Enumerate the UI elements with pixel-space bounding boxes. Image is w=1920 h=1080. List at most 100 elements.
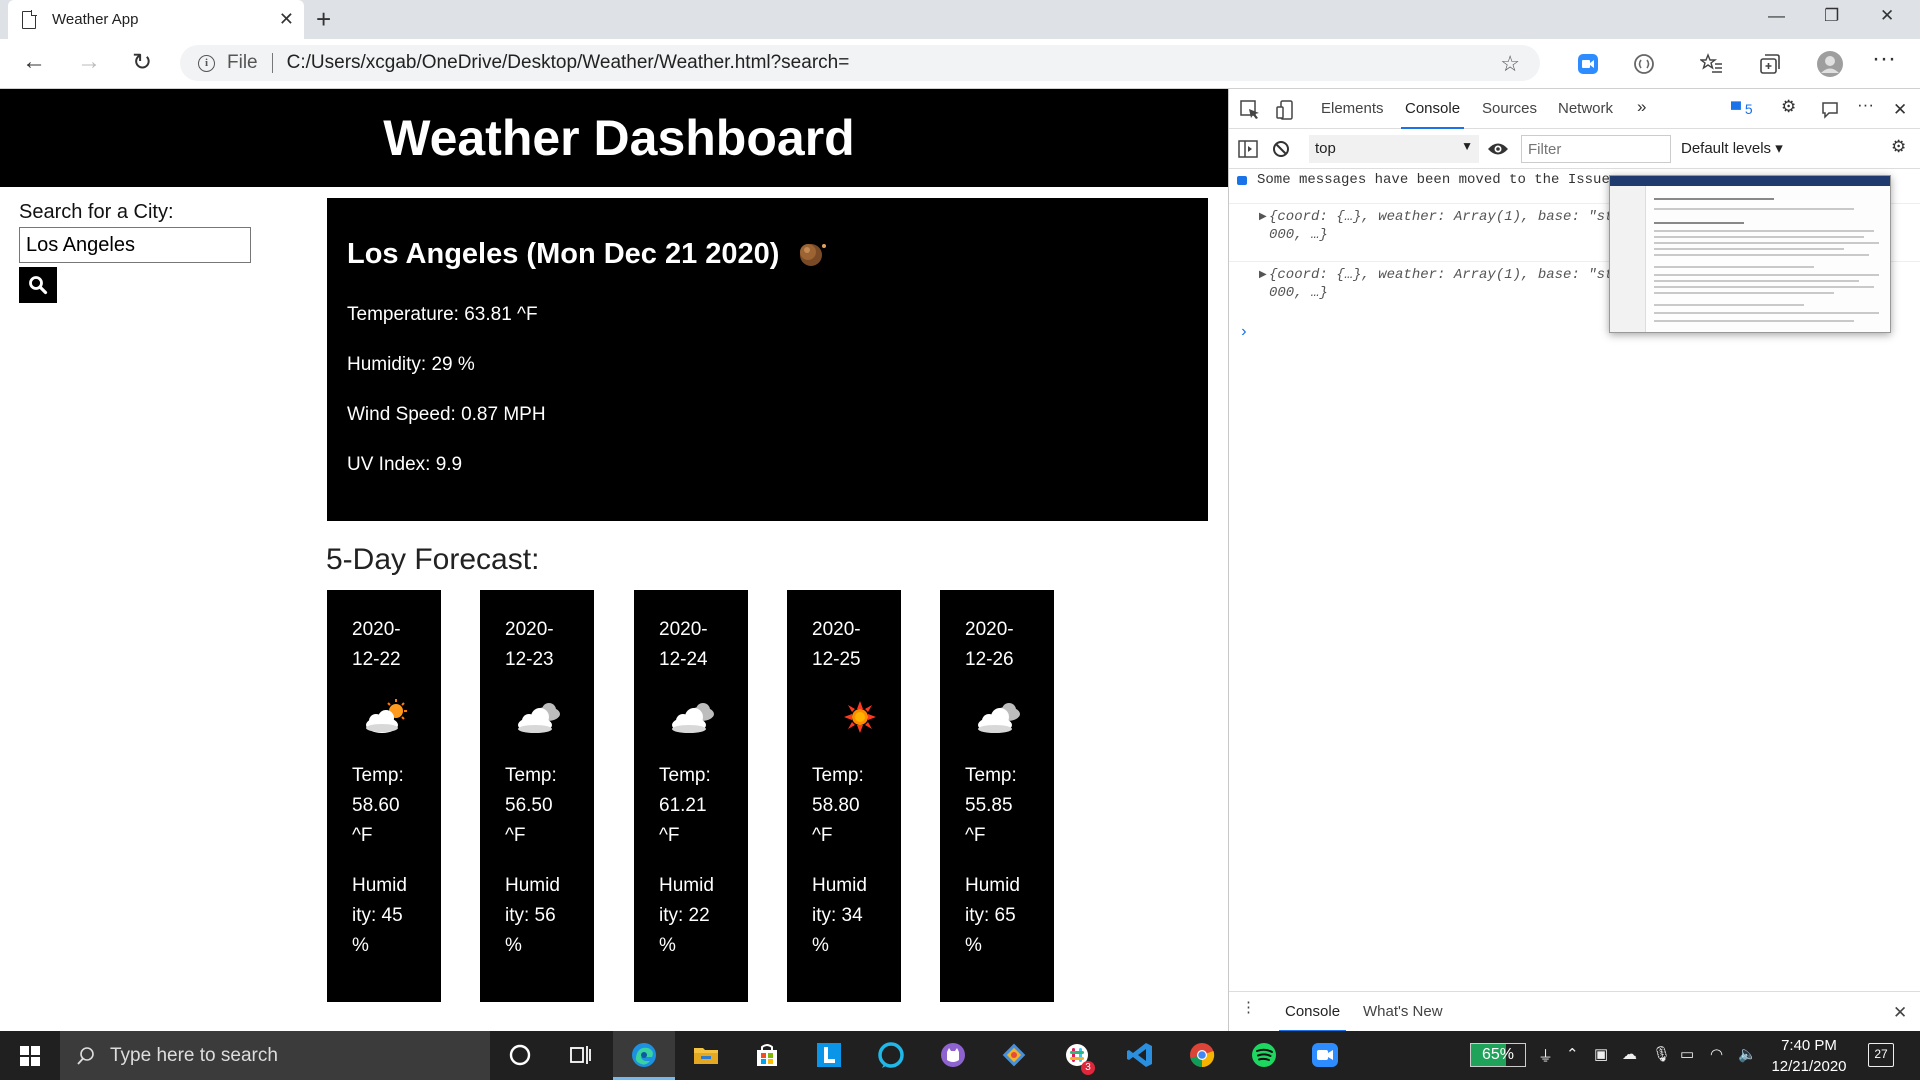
wifi-icon[interactable]: ◠ xyxy=(1710,1045,1723,1063)
system-clock[interactable]: 7:40 PM 12/21/2020 xyxy=(1764,1035,1854,1077)
devtools-settings-icon[interactable]: ⚙ xyxy=(1781,97,1796,117)
page-icon xyxy=(22,9,37,29)
search-button[interactable] xyxy=(19,267,57,303)
forecast-humidity: Humid ity: 45% xyxy=(352,875,407,956)
alexa-icon[interactable] xyxy=(876,1040,906,1070)
forecast-date: 2020- 12-23 xyxy=(505,619,554,670)
battery-icon[interactable]: ▭ xyxy=(1680,1045,1694,1063)
minimize-icon[interactable]: — xyxy=(1768,6,1785,26)
current-weather-card: Los Angeles (Mon Dec 21 2020) Temperatur… xyxy=(327,198,1208,521)
edge-browser-icon[interactable] xyxy=(629,1040,659,1070)
device-toolbar-icon[interactable] xyxy=(1275,99,1295,121)
url-text[interactable]: C:/Users/xcgab/OneDrive/Desktop/Weather/… xyxy=(287,52,850,74)
cortana-icon[interactable] xyxy=(505,1040,535,1070)
devtools-tab-sources[interactable]: Sources xyxy=(1482,100,1537,117)
power-plug-icon[interactable]: ⏚ xyxy=(1538,1045,1553,1066)
zoom-icon[interactable] xyxy=(1310,1040,1340,1070)
log-levels-dropdown[interactable]: Default levels ▾ xyxy=(1681,139,1783,157)
thumbnail-sidebar xyxy=(1610,186,1646,332)
expand-triangle-icon[interactable]: ▶ xyxy=(1259,267,1267,285)
notification-badge: 3 xyxy=(1081,1061,1095,1075)
vscode-icon[interactable] xyxy=(1125,1040,1155,1070)
thumbnail-line xyxy=(1654,222,1744,224)
collections-icon[interactable] xyxy=(1758,52,1782,76)
expand-triangle-icon[interactable]: ▶ xyxy=(1259,209,1267,227)
github-desktop-icon[interactable] xyxy=(938,1040,968,1070)
console-settings-icon[interactable]: ⚙ xyxy=(1891,137,1906,157)
taskbar-search-box[interactable]: Type here to search xyxy=(60,1031,490,1080)
info-icon[interactable]: i xyxy=(198,54,215,72)
page-header: Weather Dashboard xyxy=(0,89,1228,187)
tab-title: Weather App xyxy=(52,11,139,28)
restore-icon[interactable]: ❐ xyxy=(1824,6,1839,26)
chrome-icon[interactable] xyxy=(1187,1040,1217,1070)
close-tab-icon[interactable]: ✕ xyxy=(279,9,294,30)
console-prompt-icon[interactable]: › xyxy=(1239,323,1249,341)
profile-avatar-icon[interactable] xyxy=(1816,50,1844,78)
forecast-card: 2020- 12-26 Temp: 55.85 ^F Humid ity: 65% xyxy=(940,590,1054,1002)
forecast-date: 2020- 12-25 xyxy=(812,619,861,670)
forecast-temp: Temp: 61.21 ^F xyxy=(659,765,711,846)
back-icon[interactable]: ← xyxy=(22,48,46,76)
reload-icon[interactable]: ↻ xyxy=(132,48,152,77)
sourcetree-icon[interactable] xyxy=(999,1040,1029,1070)
windows-start-icon[interactable] xyxy=(20,1046,40,1066)
devtools-tab-elements[interactable]: Elements xyxy=(1321,100,1384,117)
onedrive-cloud-icon[interactable]: ☁ xyxy=(1622,1045,1637,1063)
forecast-humidity: Humid ity: 34% xyxy=(812,875,867,956)
favorites-icon[interactable] xyxy=(1700,52,1724,76)
microphone-icon[interactable]: 🎙 xyxy=(1652,1045,1671,1063)
address-toolbar: ← → ↻ i File C:/Users/xcgab/OneDrive/Des… xyxy=(0,39,1920,89)
drawer-tab-whats-new[interactable]: What's New xyxy=(1363,1003,1443,1020)
sidebar-toggle-icon[interactable] xyxy=(1237,139,1259,159)
drawer-tab-console[interactable]: Console xyxy=(1278,1003,1347,1032)
search-icon xyxy=(29,276,48,295)
context-selector[interactable]: top ▼ xyxy=(1309,135,1479,163)
zoom-extension-icon[interactable] xyxy=(1576,52,1600,76)
clear-console-icon[interactable] xyxy=(1271,139,1291,159)
feedback-icon[interactable] xyxy=(1819,99,1841,121)
extension-circle-icon[interactable] xyxy=(1632,52,1656,76)
city-search-input[interactable] xyxy=(19,227,251,263)
forecast-date: 2020- 12-22 xyxy=(352,619,401,670)
file-explorer-icon[interactable] xyxy=(691,1040,721,1070)
meet-now-icon[interactable]: ▣ xyxy=(1594,1045,1608,1063)
close-drawer-icon[interactable]: ✕ xyxy=(1893,1003,1907,1023)
show-hidden-icons-icon[interactable]: ⌃ xyxy=(1566,1045,1579,1063)
store-icon[interactable] xyxy=(752,1040,782,1070)
close-window-icon[interactable]: ✕ xyxy=(1880,6,1894,26)
linkedin-learning-icon[interactable] xyxy=(814,1040,844,1070)
forward-icon[interactable]: → xyxy=(77,48,101,76)
task-view-icon[interactable] xyxy=(565,1040,595,1070)
more-tabs-icon[interactable]: » xyxy=(1637,97,1646,117)
forecast-temp: Temp: 55.85 ^F xyxy=(965,765,1017,846)
console-filter-input[interactable] xyxy=(1521,135,1671,163)
address-bar[interactable]: i File C:/Users/xcgab/OneDrive/Desktop/W… xyxy=(180,45,1540,81)
battery-indicator[interactable]: 65% xyxy=(1470,1043,1526,1067)
forecast-humidity: Humid ity: 65% xyxy=(965,875,1020,956)
action-center-icon[interactable]: 27 xyxy=(1868,1043,1894,1067)
spotify-icon[interactable] xyxy=(1249,1040,1279,1070)
thumbnail-line xyxy=(1654,292,1834,294)
close-devtools-icon[interactable]: ✕ xyxy=(1893,100,1907,120)
live-expression-eye-icon[interactable] xyxy=(1487,141,1509,157)
devtools-more-icon[interactable]: ··· xyxy=(1857,95,1874,115)
thumbnail-header xyxy=(1610,176,1890,186)
devtools-tab-console[interactable]: Console xyxy=(1400,100,1465,129)
new-tab-icon[interactable]: + xyxy=(316,4,331,35)
forecast-temp: Temp: 58.80 ^F xyxy=(812,765,864,846)
volume-icon[interactable]: 🔈 xyxy=(1738,1045,1757,1063)
settings-more-icon[interactable]: ··· xyxy=(1872,45,1896,73)
forecast-card: 2020- 12-23 Temp: 56.50 ^F Humid ity: 56% xyxy=(480,590,594,1002)
devtools-tab-network[interactable]: Network xyxy=(1558,100,1613,117)
devtools-tabbar: Elements Console Sources Network » ▀ 5 ⚙… xyxy=(1229,89,1920,129)
drawer-more-icon[interactable]: ⋮ xyxy=(1241,998,1256,1016)
browser-tab[interactable]: Weather App ✕ xyxy=(8,0,304,39)
favorite-star-icon[interactable]: ☆ xyxy=(1500,51,1520,77)
browser-tab-strip: Weather App ✕ + — ❐ ✕ xyxy=(0,0,1920,39)
inspect-element-icon[interactable] xyxy=(1239,99,1261,121)
thumbnail-line xyxy=(1654,236,1864,238)
forecast-temp: Temp: 58.60 ^F xyxy=(352,765,404,846)
issues-counter[interactable]: ▀ 5 xyxy=(1731,101,1753,117)
windows-taskbar: Type here to search 3 65% ⏚ ⌃ ▣ ☁ 🎙 ▭ ◠ … xyxy=(0,1031,1920,1080)
